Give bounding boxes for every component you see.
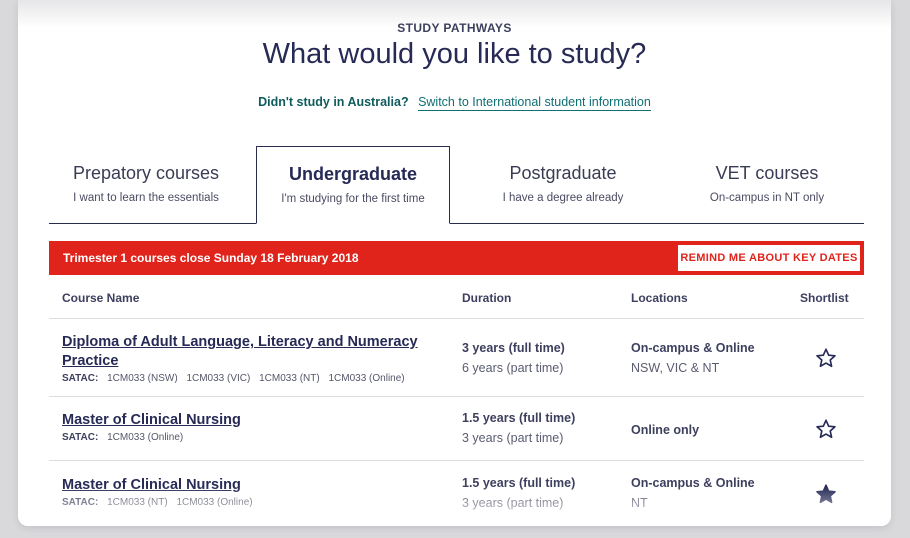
satac-label: SATAC: [62,373,99,384]
tab-postgraduate[interactable]: Postgraduate I have a degree already [466,146,660,224]
duration-cell: 1.5 years (full time) 3 years (part time… [462,408,575,448]
duration-full-time: 1.5 years (full time) [462,411,576,425]
study-level-tabs: Prepatory courses I want to learn the es… [49,146,864,224]
location-cell: On-campus & Online NSW, VIC & NT [631,338,755,378]
location-cell: Online only [631,420,699,440]
satac-code: 1CM033 (Online) [328,373,405,384]
location-mode: On-campus & Online [631,341,755,355]
table-header: Course Name Duration Locations Shortlist [49,285,864,319]
satac-codes: SATAC: 1CM033 (NSW) 1CM033 (VIC) 1CM033 … [62,373,411,384]
satac-label: SATAC: [62,432,99,443]
satac-code: 1CM033 (NSW) [107,373,178,384]
star-filled-icon[interactable] [815,483,837,505]
satac-code: 1CM033 (Online) [176,497,253,508]
header-course-name: Course Name [62,291,140,305]
page-title: What would you like to study? [262,38,647,70]
duration-cell: 1.5 years (full time) 3 years (part time… [462,473,575,513]
location-mode: On-campus & Online [631,476,755,490]
tab-subtitle: I have a degree already [502,192,624,204]
tab-label: Undergraduate [288,164,418,184]
course-name-link[interactable]: Master of Clinical Nursing [62,476,422,495]
banner-text: Trimester 1 courses close Sunday 18 Febr… [63,251,359,265]
course-name-link[interactable]: Diploma of Adult Language, Literacy and … [62,333,422,371]
duration-part-time: 3 years (part time) [462,496,564,510]
tab-subtitle: I want to learn the essentials [73,192,219,204]
international-question: Didn't study in Australia? [258,95,409,109]
tab-label: VET courses [715,163,819,183]
remind-me-button[interactable]: REMIND ME ABOUT KEY DATES [678,245,860,271]
tab-subtitle: On-campus in NT only [709,192,825,204]
table-row: Master of Clinical Nursing SATAC: 1CM033… [49,397,864,461]
tab-subtitle: I'm studying for the first time [281,193,425,205]
duration-part-time: 6 years (part time) [462,361,564,375]
tab-label: Postgraduate [509,163,617,183]
satac-codes: SATAC: 1CM033 (Online) [62,432,189,443]
header-shortlist: Shortlist [800,291,849,305]
tab-prepatory[interactable]: Prepatory courses I want to learn the es… [49,146,243,224]
location-states: NT [631,496,648,510]
duration-full-time: 1.5 years (full time) [462,476,576,490]
tab-undergraduate[interactable]: Undergraduate I'm studying for the first… [256,146,450,224]
header-locations: Locations [631,291,688,305]
location-states: NSW, VIC & NT [631,361,720,375]
deadline-banner: Trimester 1 courses close Sunday 18 Febr… [49,241,864,275]
satac-label: SATAC: [62,497,99,508]
satac-codes: SATAC: 1CM033 (NT) 1CM033 (Online) [62,497,259,508]
course-name-link[interactable]: Master of Clinical Nursing [62,411,422,430]
satac-code: 1CM033 (NT) [107,497,168,508]
international-switch: Didn't study in Australia? Switch to Int… [18,95,891,111]
table-row: Diploma of Adult Language, Literacy and … [49,319,864,397]
table-row: Master of Clinical Nursing SATAC: 1CM033… [49,461,864,526]
duration-full-time: 3 years (full time) [462,341,565,355]
location-cell: On-campus & Online NT [631,473,755,513]
star-outline-icon[interactable] [815,418,837,440]
satac-code: 1CM033 (NT) [259,373,320,384]
international-link[interactable]: Switch to International student informat… [418,95,651,111]
tab-vet[interactable]: VET courses On-campus in NT only [670,146,864,224]
duration-part-time: 3 years (part time) [462,431,564,445]
section-eyebrow: STUDY PATHWAYS [397,21,512,35]
page-frame: STUDY PATHWAYS What would you like to st… [18,0,891,526]
duration-cell: 3 years (full time) 6 years (part time) [462,338,565,378]
satac-code: 1CM033 (VIC) [186,373,251,384]
location-mode: Online only [631,423,700,437]
header-duration: Duration [462,291,512,305]
star-outline-icon[interactable] [815,347,837,369]
tab-label: Prepatory courses [72,163,220,183]
satac-code: 1CM033 (Online) [107,432,184,443]
